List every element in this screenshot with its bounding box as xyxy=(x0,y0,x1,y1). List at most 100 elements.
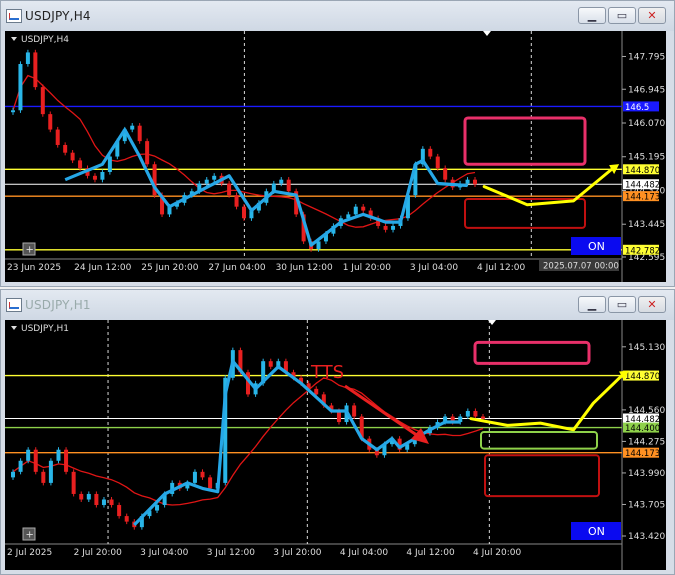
x-tick-label: 4 Jul 20:00 xyxy=(473,548,522,558)
candle-body xyxy=(145,141,150,165)
price-level-value: 142.782 xyxy=(625,246,660,256)
candle-body xyxy=(109,499,114,506)
maximize-button[interactable]: ▭ xyxy=(608,296,636,313)
candle-body xyxy=(33,52,38,88)
candle-body xyxy=(234,195,239,207)
close-button[interactable]: ✕ xyxy=(638,7,666,24)
candle-body xyxy=(428,148,433,157)
candle-body xyxy=(48,460,53,483)
time-cursor-label: 2025.07.07 00:00 xyxy=(543,262,619,272)
candle-body xyxy=(465,179,470,184)
candle-body xyxy=(435,156,440,169)
window-titlebar[interactable]: USDJPY,H1 ▁ ▭ ✕ xyxy=(1,290,674,320)
buy-zone-box xyxy=(480,431,598,450)
candle-body xyxy=(481,416,485,419)
candle-body xyxy=(353,206,358,215)
x-tick-label: 24 Jun 12:00 xyxy=(74,263,131,273)
candle-body xyxy=(94,493,99,506)
candle-body xyxy=(242,206,246,219)
price-level-value: 146.5 xyxy=(625,103,649,113)
candle-body xyxy=(64,449,69,472)
candle-body xyxy=(212,175,217,180)
candle-body xyxy=(352,405,357,417)
crosshair-icon: + xyxy=(26,245,34,256)
x-tick-label: 2 Jul 2025 xyxy=(7,548,52,558)
price-level-value: 144.400 xyxy=(625,424,660,434)
candle-body xyxy=(443,168,448,180)
chart-svg-h4[interactable]: 147.795146.945146.070145.195144.320143.4… xyxy=(5,31,666,282)
on-toggle-label: ON xyxy=(588,240,605,253)
candle-body xyxy=(100,171,105,180)
candle-body xyxy=(137,125,142,142)
candle-body xyxy=(41,471,46,483)
candle-body xyxy=(336,410,341,423)
close-button[interactable]: ✕ xyxy=(638,296,666,313)
x-tick-label: 1 Jul 20:00 xyxy=(343,263,392,273)
candle-body xyxy=(130,125,135,130)
candle-body xyxy=(11,110,15,113)
candle-body xyxy=(383,225,388,230)
y-tick-label: 143.990 xyxy=(628,469,665,479)
x-tick-label: 3 Jul 20:00 xyxy=(273,548,322,558)
candle-body xyxy=(208,477,213,489)
candle-body xyxy=(86,493,91,500)
chart-label-arrow-icon xyxy=(11,326,17,330)
minimize-button[interactable]: ▁ xyxy=(578,296,606,313)
candle-body xyxy=(78,160,83,169)
sell-zone-box xyxy=(473,340,591,365)
y-tick-label: 147.795 xyxy=(628,52,665,62)
price-chart-h4[interactable]: 147.795146.945146.070145.195144.320143.4… xyxy=(5,31,666,282)
y-tick-label: 143.445 xyxy=(628,220,665,230)
candle-body xyxy=(26,449,31,461)
candle-body xyxy=(107,156,112,172)
candle-body xyxy=(279,179,284,184)
minimize-icon: ▁ xyxy=(587,298,597,311)
price-level-value: 144.173 xyxy=(625,449,660,459)
window-title: USDJPY,H1 xyxy=(25,298,91,312)
candle-body xyxy=(268,361,273,367)
chart-label-arrow-icon xyxy=(11,37,17,41)
chart-window-icon xyxy=(6,298,22,312)
candle-body xyxy=(71,471,76,494)
price-level-value: 144.870 xyxy=(625,166,660,176)
y-tick-label: 145.130 xyxy=(628,343,665,353)
candle-body xyxy=(204,179,209,184)
candle-body xyxy=(63,144,68,153)
window-titlebar[interactable]: USDJPY,H4 ▁ ▭ ✕ xyxy=(1,1,674,31)
minimize-button[interactable]: ▁ xyxy=(578,7,606,24)
trend-line xyxy=(64,127,468,247)
x-tick-label: 3 Jul 04:00 xyxy=(410,263,459,273)
price-chart-h1[interactable]: 145.130 144.560 144.275 143.990 143.705 143.4… xyxy=(5,320,666,570)
candle-body xyxy=(79,493,84,500)
x-tick-label: 4 Jul 04:00 xyxy=(340,548,389,558)
y-tick-label: 143.705 xyxy=(628,500,665,510)
candle-body xyxy=(11,471,15,478)
x-tick-label: 25 Jun 20:00 xyxy=(141,263,198,273)
maximize-icon: ▭ xyxy=(616,9,628,22)
candle-body xyxy=(286,179,291,192)
close-icon: ✕ xyxy=(647,298,657,311)
candle-body xyxy=(227,183,232,196)
candle-body xyxy=(124,516,129,522)
candle-body xyxy=(391,225,396,230)
chart-symbol-label: USDJPY,H1 xyxy=(21,324,69,334)
chart-window-icon xyxy=(6,9,22,23)
minimize-icon: ▁ xyxy=(587,9,597,22)
chart-svg-h1[interactable]: 145.130144.560144.275143.990143.705143.4… xyxy=(5,320,666,570)
on-toggle-label: ON xyxy=(588,525,605,538)
maximize-button[interactable]: ▭ xyxy=(608,7,636,24)
y-tick-label: 145.195 xyxy=(628,153,665,163)
chart-window-h1[interactable]: USDJPY,H1 ▁ ▭ ✕ 145.130 144.560 144.275 143… xyxy=(0,289,675,575)
window-title: USDJPY,H4 xyxy=(25,9,91,23)
y-tick-label: 143.420 xyxy=(628,532,665,542)
price-level-value: 144.870 xyxy=(625,372,660,382)
x-tick-label: 2 Jul 20:00 xyxy=(74,548,123,558)
chart-window-h4[interactable]: USDJPY,H4 ▁ ▭ ✕ 147.795 146.945 146.070 145… xyxy=(0,0,675,287)
candle-body xyxy=(101,499,106,506)
candle-body xyxy=(473,179,477,185)
candle-body xyxy=(465,410,470,417)
y-tick-label: 146.070 xyxy=(628,119,665,129)
candle-body xyxy=(48,114,53,130)
x-tick-label: 4 Jul 12:00 xyxy=(477,263,526,273)
maximize-icon: ▭ xyxy=(616,298,628,311)
